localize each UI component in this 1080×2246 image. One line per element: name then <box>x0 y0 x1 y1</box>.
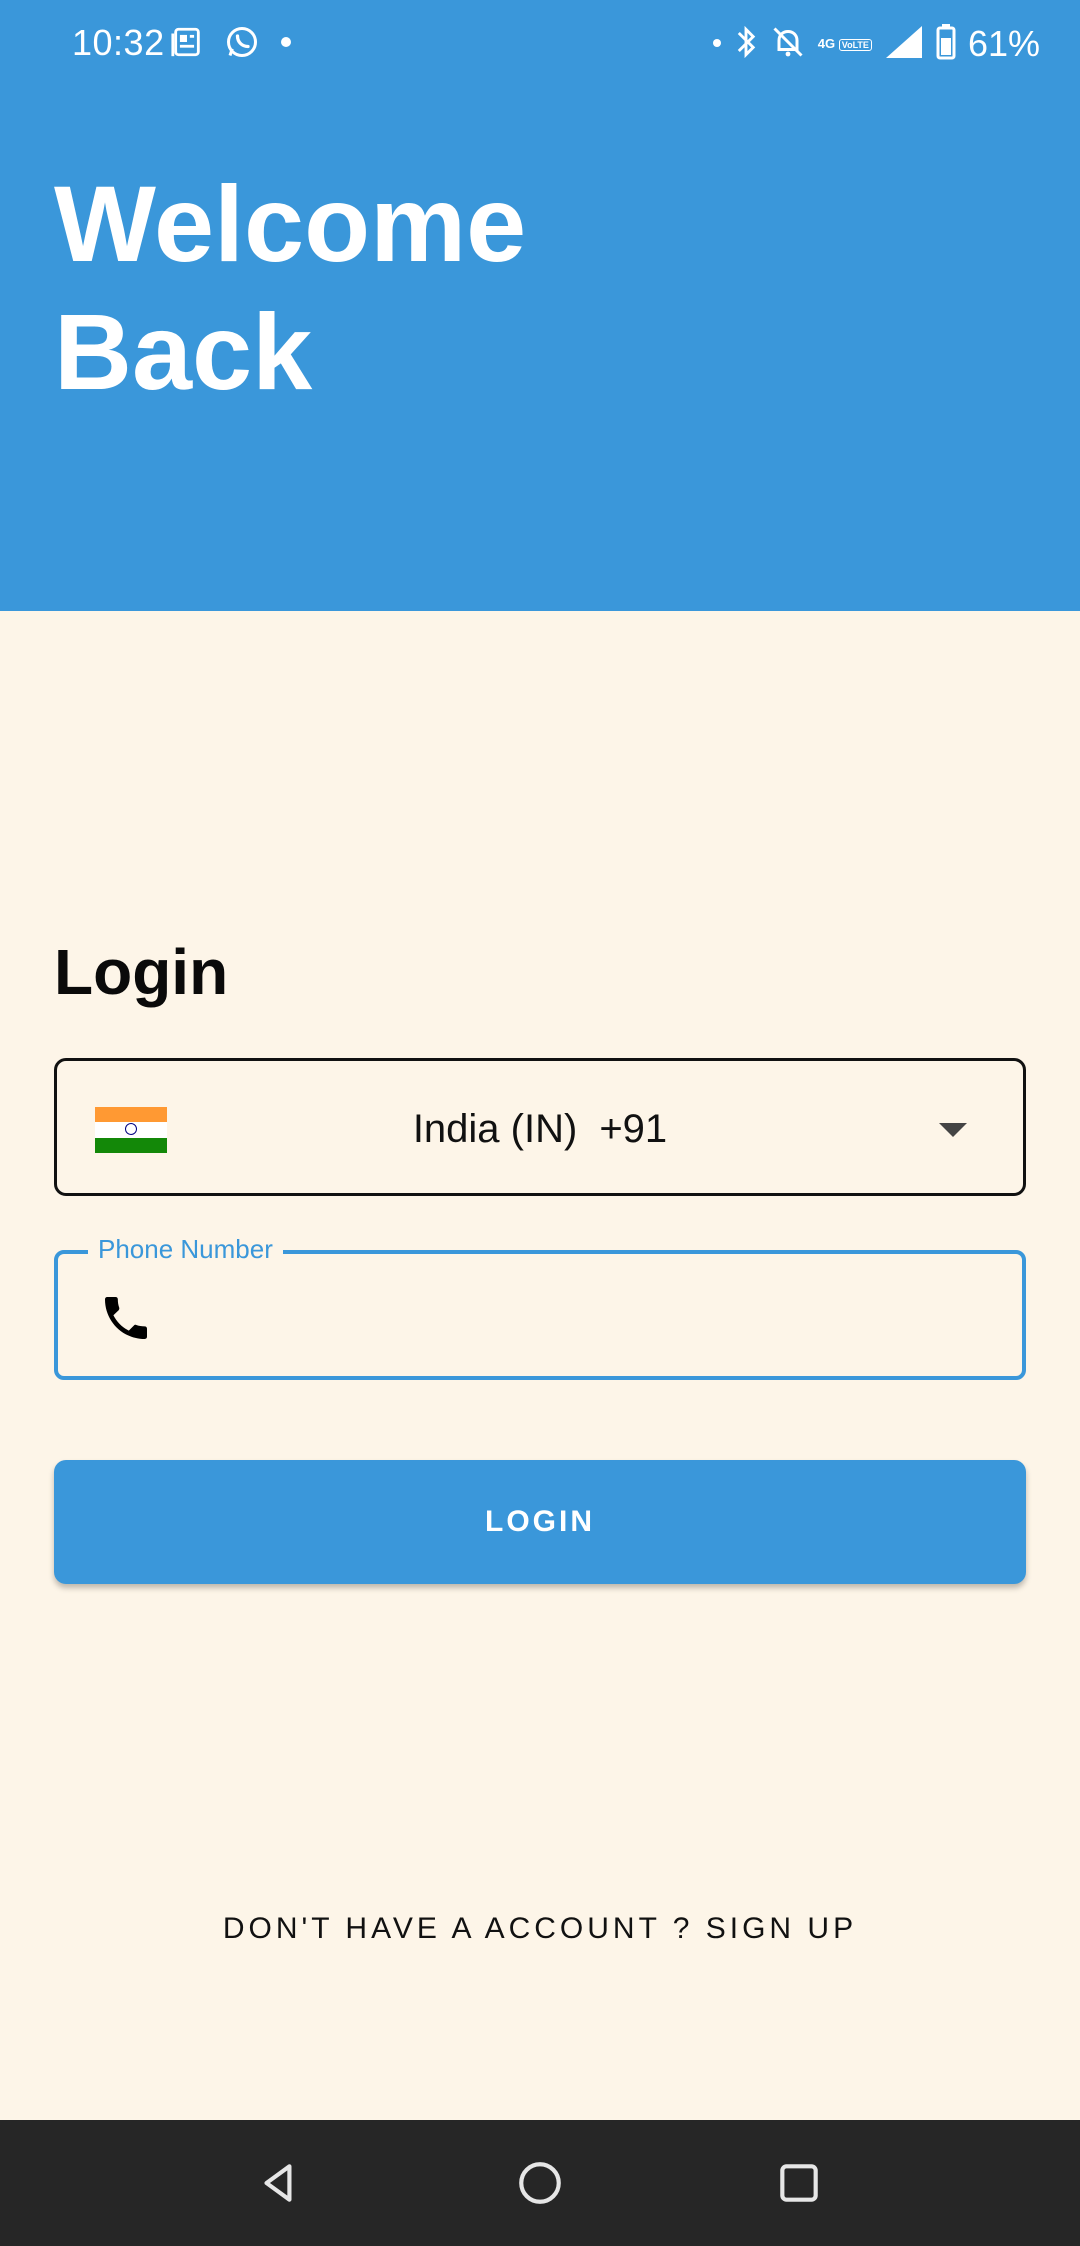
dot-icon <box>712 35 722 53</box>
page-title: Welcome Back <box>54 160 754 416</box>
phone-number-input[interactable] <box>178 1274 1002 1360</box>
phone-icon <box>98 1290 154 1346</box>
network-sub: VoLTE <box>838 38 872 51</box>
home-icon[interactable] <box>515 2158 565 2208</box>
country-dial-code: +91 <box>599 1107 668 1151</box>
status-system-icons: 4G VoLTE 61% <box>700 22 1040 66</box>
country-selection: India (IN) +91 <box>57 1107 1023 1152</box>
title-line-2: Back <box>54 291 313 412</box>
signal-icon <box>884 24 924 65</box>
status-bar: 10:32 4G VoLTE 61% <box>0 0 1080 90</box>
login-button[interactable]: LOGIN <box>54 1460 1026 1584</box>
battery-percent: 61% <box>967 23 1040 64</box>
back-icon[interactable] <box>254 2158 304 2208</box>
country-name: India (IN) <box>412 1107 578 1151</box>
recents-icon[interactable] <box>774 2158 824 2208</box>
bell-off-icon <box>770 24 806 65</box>
status-notification-icons <box>170 24 312 64</box>
dot-icon <box>280 35 292 53</box>
bluetooth-icon <box>734 24 758 65</box>
news-icon <box>170 25 204 64</box>
country-code-dropdown[interactable]: India (IN) +91 <box>54 1058 1026 1196</box>
whatsapp-icon <box>224 24 260 65</box>
title-line-1: Welcome <box>54 163 527 284</box>
india-flag-icon <box>95 1107 167 1153</box>
signup-link[interactable]: DON'T HAVE A ACCOUNT ? SIGN UP <box>0 1912 1080 1946</box>
header-banner: 10:32 4G VoLTE 61% Welcome Back <box>0 0 1080 611</box>
chevron-down-icon <box>939 1123 967 1137</box>
network-type: 4G <box>817 35 836 51</box>
phone-number-label: Phone Number <box>88 1232 283 1266</box>
phone-number-field[interactable]: Phone Number <box>54 1232 1026 1380</box>
navigation-bar <box>0 2120 1080 2246</box>
status-time: 10:32 <box>72 22 165 63</box>
login-heading: Login <box>54 936 229 1008</box>
4g-volte-icon: 4G VoLTE <box>818 37 872 52</box>
battery-icon <box>936 23 956 65</box>
